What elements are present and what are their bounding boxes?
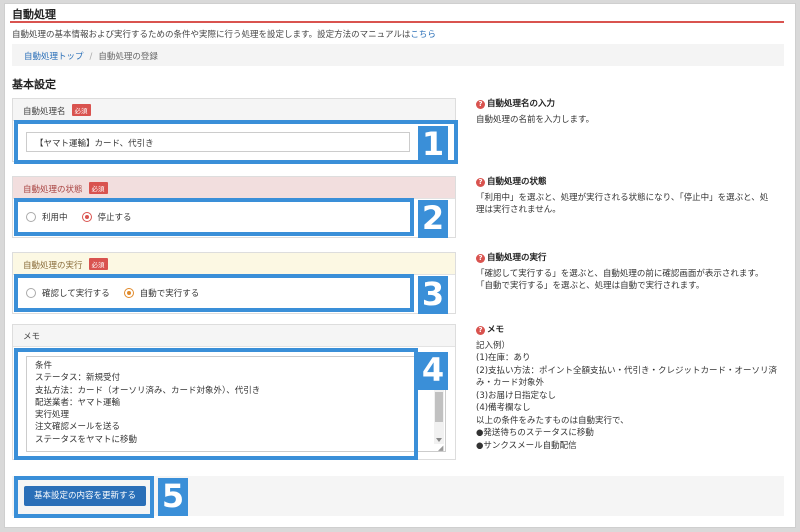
question-circle-icon: ? (476, 177, 485, 187)
help-execution-title: ? 自動処理の実行 (476, 252, 776, 265)
help-line: (2)支払い方法：ポイント全額支払い・代引き・クレジットカード・オーソリ済 (476, 365, 778, 376)
status-label: 自動処理の状態 (23, 185, 83, 195)
highlight-box-3 (14, 274, 414, 312)
manual-link[interactable]: こちら (410, 30, 436, 40)
page-description: 自動処理の基本情報および実行するための条件や実際に行う処理を設定します。設定方法… (12, 28, 436, 40)
help-line: 「確認して実行する」を選ぶと、自動処理の前に確認画面が表示されます。 (476, 268, 764, 279)
help-memo: ? メモ 記入例） (1)在庫：あり (2)支払い方法：ポイント全額支払い・代引き… (476, 324, 778, 452)
help-execution: ? 自動処理の実行 「確認して実行する」を選ぶと、自動処理の前に確認画面が表示され… (476, 252, 776, 293)
help-name-title: ? 自動処理名の入力 (476, 98, 776, 111)
question-circle-icon: ? (476, 253, 485, 263)
help-line: み・カード対象外 (476, 378, 545, 388)
help-execution-title-text: 自動処理の実行 (487, 253, 547, 263)
help-line: (3)お届け日指定なし (476, 390, 557, 401)
title-divider (10, 21, 784, 23)
help-line: (1)在庫：あり (476, 353, 531, 363)
step-marker-5: 5 (158, 478, 188, 516)
question-circle-icon: ? (476, 99, 485, 109)
highlight-box-5 (14, 476, 154, 518)
breadcrumb-current: 自動処理の登録 (98, 52, 158, 62)
help-line: 「自動で実行する」を選ぶと、処理は自動で実行されます。 (476, 281, 705, 291)
help-name: ? 自動処理名の入力 自動処理の名前を入力します。 (476, 98, 776, 126)
description-text: 自動処理の基本情報および実行するための条件や実際に行う処理を設定します。設定方法… (12, 30, 411, 40)
help-line: ●発送待ちのステータスに移動 (476, 428, 594, 438)
question-circle-icon: ? (476, 325, 485, 335)
breadcrumb-separator: / (89, 52, 93, 62)
help-name-title-text: 自動処理名の入力 (487, 99, 556, 109)
help-line: 以上の条件をみたすものは自動実行で、 (476, 415, 629, 426)
memo-label: メモ (23, 332, 41, 342)
resize-grip-icon[interactable]: ◢ (438, 444, 443, 452)
scroll-thumb[interactable] (435, 392, 443, 422)
help-status: ? 自動処理の状態 「利用中」を選ぶと、処理が実行される状態になり、「停止中」を選… (476, 176, 776, 217)
help-line: 「利用中」を選ぶと、処理が実行される状態になり、「停止中」を選ぶと、処 (476, 192, 769, 203)
step-marker-4: 4 (418, 352, 448, 390)
step-marker-2: 2 (418, 200, 448, 238)
help-memo-title-text: メモ (487, 325, 505, 335)
help-status-title: ? 自動処理の状態 (476, 176, 776, 189)
breadcrumb: 自動処理トップ / 自動処理の登録 (12, 44, 784, 66)
help-line: (4)備考欄なし (476, 403, 531, 413)
highlight-box-1 (14, 120, 458, 164)
help-status-title-text: 自動処理の状態 (487, 177, 547, 187)
scroll-down-icon[interactable] (436, 438, 442, 442)
step-marker-1: 1 (418, 126, 448, 164)
execution-label: 自動処理の実行 (23, 261, 83, 271)
name-label: 自動処理名 (23, 107, 66, 117)
execution-card-header: 自動処理の実行 必須 (13, 253, 455, 275)
help-line: 記入例） (476, 340, 511, 351)
required-badge: 必須 (71, 104, 91, 116)
help-memo-title: ? メモ (476, 324, 776, 337)
breadcrumb-home-link[interactable]: 自動処理トップ (24, 52, 84, 62)
memo-card-header: メモ (13, 325, 455, 347)
highlight-box-2 (14, 198, 414, 236)
highlight-box-4 (14, 348, 418, 460)
required-badge: 必須 (88, 258, 108, 270)
help-line: 自動処理の名前を入力します。 (476, 114, 595, 125)
status-card-header: 自動処理の状態 必須 (13, 177, 455, 199)
help-line: 理は実行されません。 (476, 205, 561, 215)
help-line: ●サンクスメール自動配信 (476, 440, 577, 451)
step-marker-3: 3 (418, 276, 448, 314)
required-badge: 必須 (88, 182, 108, 194)
page-title: 自動処理 (12, 8, 56, 21)
section-title: 基本設定 (12, 78, 56, 91)
name-card-header: 自動処理名 必須 (13, 99, 455, 121)
